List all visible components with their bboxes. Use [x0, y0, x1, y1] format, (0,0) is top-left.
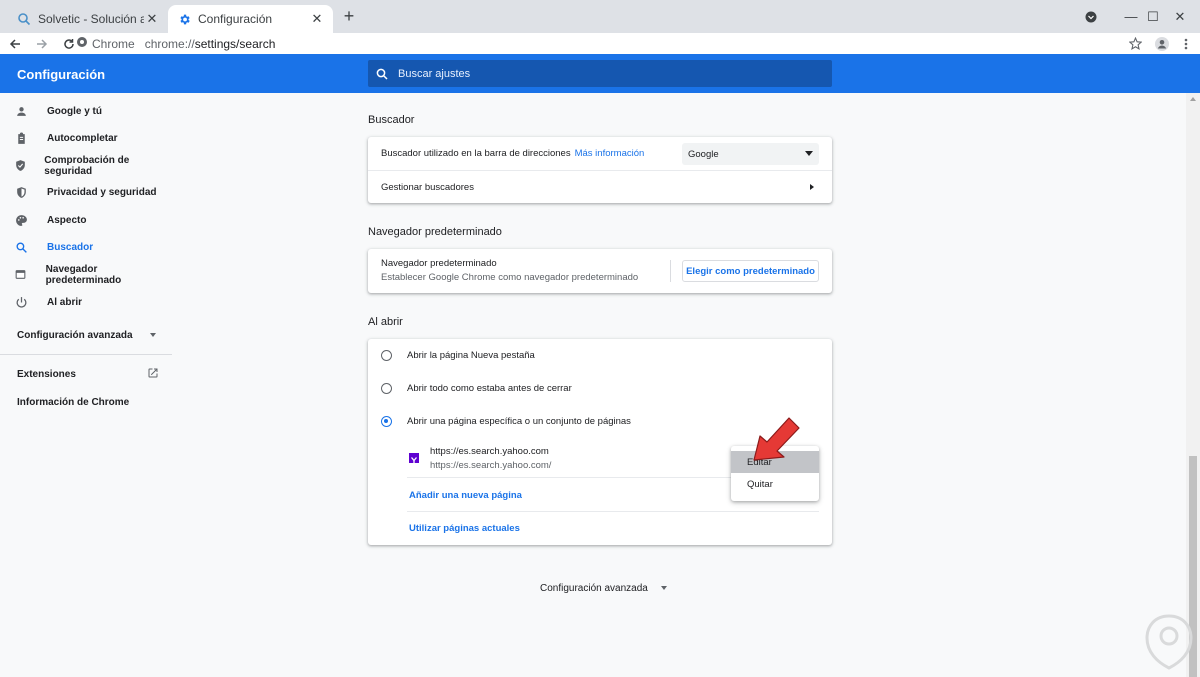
close-tab-icon[interactable]: ✕ [309, 11, 325, 27]
shield-check-icon [0, 159, 44, 172]
scroll-up-arrow-icon[interactable] [1190, 97, 1196, 101]
search-favicon-icon [16, 11, 32, 27]
bookmark-star-icon[interactable] [1125, 34, 1145, 54]
vertical-divider [670, 260, 671, 282]
scrollbar[interactable] [1186, 93, 1200, 677]
sidebar-item-autocompletar[interactable]: Autocompletar [0, 125, 172, 152]
sidebar-advanced-label: Configuración avanzada [17, 330, 133, 341]
make-default-button[interactable]: Elegir como predeterminado [682, 260, 819, 282]
sidebar-item-aspecto[interactable]: Aspecto [0, 207, 172, 234]
sidebar-item-label: Buscador [47, 242, 94, 253]
chrome-site-icon [76, 36, 88, 51]
open-in-new-icon [147, 367, 159, 382]
section-title-buscador: Buscador [368, 114, 415, 126]
sidebar-item-label: Aspecto [47, 215, 87, 226]
sidebar-item-label: Al abrir [47, 297, 83, 308]
sidebar-item-al-abrir[interactable]: Al abrir [0, 289, 172, 316]
clipboard-icon [0, 132, 47, 145]
new-tab-button[interactable]: + [340, 7, 358, 25]
settings-header: Configuración [0, 54, 1200, 93]
chevron-down-icon [150, 333, 156, 337]
footer-advanced-link[interactable]: Configuración avanzada [540, 583, 667, 594]
sidebar-extensions[interactable]: Extensiones [17, 367, 162, 382]
radio-new-tab[interactable] [381, 350, 392, 361]
sidebar-item-label: Google y tú [47, 106, 102, 117]
select-value: Google [688, 148, 719, 160]
row-divider [407, 511, 819, 512]
palette-icon [0, 214, 47, 227]
default-browser-card: Navegador predeterminado Establecer Goog… [368, 249, 832, 293]
tab-title: Configuración [198, 12, 273, 26]
settings-search[interactable] [368, 60, 832, 87]
profile-dropdown-icon[interactable] [1071, 0, 1111, 33]
sidebar-about-chrome[interactable]: Información de Chrome [17, 397, 129, 408]
forward-icon[interactable] [32, 34, 52, 54]
watermark-logo-icon [1145, 614, 1193, 670]
option-continue-label: Abrir todo como estaba antes de cerrar [407, 383, 572, 394]
sidebar-divider [0, 354, 172, 355]
search-icon [0, 241, 47, 254]
site-label: Chrome [92, 36, 135, 51]
profile-avatar-icon[interactable] [1152, 34, 1172, 54]
address-bar[interactable]: Chrome chrome://settings/search [76, 33, 1120, 54]
sidebar: Google y tú Autocompletar Comprobación d… [0, 93, 172, 677]
back-icon[interactable] [5, 34, 25, 54]
shield-icon [0, 186, 47, 199]
close-tab-icon[interactable]: ✕ [144, 11, 160, 27]
sidebar-extensions-label: Extensiones [17, 369, 76, 380]
dropdown-arrow-icon [805, 151, 813, 156]
more-info-link[interactable]: Más información [575, 148, 645, 159]
add-new-page-link[interactable]: Añadir una nueva página [409, 490, 522, 501]
manage-search-engines-row[interactable]: Gestionar buscadores [368, 171, 832, 203]
close-window-button[interactable]: ✕ [1160, 0, 1200, 33]
tab-configuracion[interactable]: Configuración ✕ [168, 5, 333, 33]
sidebar-item-label: Navegador predeterminado [45, 263, 122, 286]
default-browser-sublabel: Establecer Google Chrome como navegador … [381, 272, 639, 283]
section-title-navegador: Navegador predeterminado [368, 226, 502, 238]
sidebar-item-label: Privacidad y seguridad [47, 187, 157, 198]
sidebar-item-navegador[interactable]: Navegador predeterminado [0, 261, 172, 288]
option-new-tab-label: Abrir la página Nueva pestaña [407, 350, 535, 361]
sidebar-item-google[interactable]: Google y tú [0, 98, 172, 125]
chevron-right-icon [810, 184, 814, 190]
use-current-pages-link[interactable]: Utilizar páginas actuales [409, 523, 520, 534]
person-icon [0, 105, 47, 118]
context-menu-remove[interactable]: Quitar [731, 473, 819, 495]
section-title-al-abrir: Al abrir [368, 316, 403, 328]
manage-engines-label: Gestionar buscadores [381, 181, 474, 193]
gear-icon [176, 11, 192, 27]
default-browser-label: Navegador predeterminado [381, 258, 497, 269]
search-engine-select[interactable]: Google [682, 143, 819, 165]
option-specific-pages-label: Abrir una página específica o un conjunt… [407, 416, 631, 427]
search-icon [376, 68, 388, 80]
yahoo-favicon-icon [409, 453, 419, 463]
chevron-down-icon [660, 586, 667, 591]
browser-icon [0, 268, 46, 281]
sidebar-item-label: Comprobación de seguridad [44, 154, 130, 177]
radio-continue[interactable] [381, 383, 392, 394]
tab-solvetic[interactable]: Solvetic - Solución a los problemas ✕ [8, 5, 168, 33]
sidebar-item-buscador[interactable]: Buscador [0, 234, 172, 261]
menu-kebab-icon[interactable] [1176, 34, 1196, 54]
sidebar-item-privacidad[interactable]: Privacidad y seguridad [0, 179, 172, 206]
tab-title: Solvetic - Solución a los problemas [38, 12, 144, 26]
toolbar: Chrome chrome://settings/search [0, 33, 1200, 54]
search-input[interactable] [398, 67, 798, 80]
sidebar-advanced[interactable]: Configuración avanzada [17, 330, 162, 341]
footer-advanced-label: Configuración avanzada [540, 583, 648, 594]
url-text: chrome://settings/search [144, 36, 276, 51]
startup-page-url: https://es.search.yahoo.com/ [430, 460, 552, 471]
sidebar-item-label: Autocompletar [47, 133, 118, 144]
sidebar-about-label: Información de Chrome [17, 397, 130, 408]
page-title: Configuración [17, 67, 106, 82]
search-engine-label: Buscador utilizado en la barra de direcc… [381, 148, 571, 159]
red-pointer-arrow-icon [753, 417, 800, 461]
radio-specific-pages[interactable] [381, 416, 392, 427]
search-engine-card: Buscador utilizado en la barra de direcc… [368, 137, 832, 203]
startup-page-title: https://es.search.yahoo.com [430, 446, 549, 457]
power-icon [0, 296, 47, 309]
sidebar-item-comprobacion[interactable]: Comprobación de seguridad [0, 152, 172, 179]
tab-strip: Solvetic - Solución a los problemas ✕ Co… [0, 0, 1200, 33]
